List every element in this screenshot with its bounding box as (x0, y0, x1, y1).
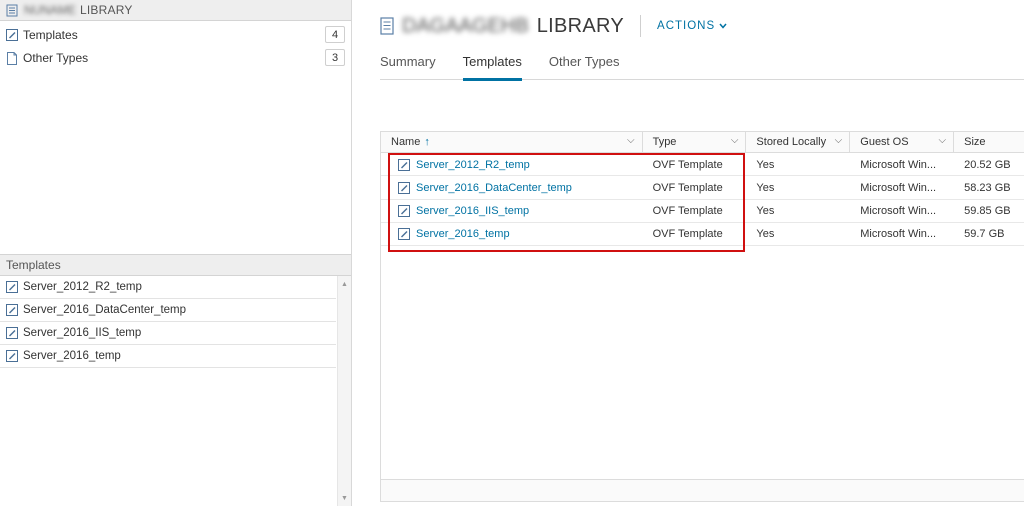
templates-grid: Name ↑ ⌵ Type ⌵ Stored Locally ⌵ Guest O… (380, 131, 1024, 502)
cell-name: Server_2016_temp (381, 223, 643, 246)
tree-item-label: Other Types (23, 50, 89, 65)
navigator-header[interactable]: NUNAME LIBRARY (0, 0, 351, 21)
scroll-up-icon[interactable]: ▲ (341, 281, 348, 288)
actions-label: ACTIONS (657, 20, 716, 32)
template-icon (398, 181, 410, 194)
template-icon (398, 158, 410, 171)
tree-item-templates[interactable]: Templates 4 (0, 23, 351, 46)
cell-name: Server_2016_IIS_temp (381, 200, 643, 223)
tab-templates[interactable]: Templates (462, 50, 523, 81)
cell-name: Server_2016_DataCenter_temp (381, 176, 643, 199)
tab-bar: Summary Templates Other Types (380, 50, 1024, 81)
page-title-text: LIBRARY (536, 14, 625, 37)
count-badge: 3 (325, 49, 345, 66)
actions-menu-button[interactable]: ACTIONS (657, 20, 727, 32)
redacted-library-name: NUNAME (24, 3, 77, 17)
template-icon (6, 28, 18, 41)
table-row[interactable]: Server_2012_R2_temp OVF Template Yes Mic… (381, 153, 1024, 177)
column-label: Size (964, 136, 986, 148)
template-link[interactable]: Server_2016_temp (416, 228, 510, 240)
cell-guest-os: Microsoft Win... (860, 181, 937, 194)
column-label: Name (391, 136, 421, 148)
list-item-label: Server_2016_temp (23, 350, 121, 362)
page-title: DAGAAGEHB LIBRARY ACTIONS (380, 10, 727, 42)
template-link[interactable]: Server_2016_DataCenter_temp (416, 182, 572, 194)
cell-size: 59.7 GB (964, 228, 1005, 241)
cell-size: 58.23 GB (964, 181, 1011, 194)
file-icon (6, 51, 18, 65)
column-label: Guest OS (860, 136, 909, 148)
template-icon (6, 304, 18, 316)
navigator-pane: NUNAME LIBRARY Templates 4 Other Types 3… (0, 0, 352, 506)
column-header-name[interactable]: Name ↑ ⌵ (381, 132, 643, 152)
cell-type: OVF Template (652, 205, 723, 218)
cell-size: 20.52 GB (964, 158, 1011, 171)
cell-type: OVF Template (652, 158, 723, 171)
table-row[interactable]: Server_2016_DataCenter_temp OVF Template… (381, 176, 1024, 200)
table-row[interactable]: Server_2016_temp OVF Template Yes Micros… (381, 223, 1024, 247)
cell-stored-locally: Yes (756, 228, 775, 241)
template-link[interactable]: Server_2012_R2_temp (416, 159, 530, 171)
scroll-down-icon[interactable]: ▼ (341, 495, 348, 502)
list-item-label: Server_2016_DataCenter_temp (23, 304, 187, 316)
chevron-down-icon[interactable]: ⌵ (731, 135, 739, 146)
cell-guest-os: Microsoft Win... (860, 158, 937, 171)
column-header-type[interactable]: Type ⌵ (643, 132, 747, 152)
list-item[interactable]: Server_2012_R2_temp (0, 276, 336, 299)
grid-footer (381, 479, 1024, 501)
template-icon (6, 350, 18, 362)
cell-stored-locally: Yes (756, 205, 775, 218)
template-icon (6, 327, 18, 339)
tab-other-types[interactable]: Other Types (549, 50, 620, 80)
grid-header: Name ↑ ⌵ Type ⌵ Stored Locally ⌵ Guest O… (381, 132, 1024, 153)
list-item[interactable]: Server_2016_temp (0, 345, 336, 368)
tree-item-other-types[interactable]: Other Types 3 (0, 46, 351, 69)
chevron-down-icon[interactable]: ⌵ (627, 135, 635, 146)
cell-guest-os: Microsoft Win... (860, 228, 937, 241)
list-item-label: Server_2016_IIS_temp (23, 327, 142, 339)
chevron-down-icon[interactable]: ⌵ (939, 135, 947, 146)
template-icon (6, 281, 18, 293)
column-header-guest-os[interactable]: Guest OS ⌵ (850, 132, 955, 152)
templates-list: Server_2012_R2_temp Server_2016_DataCent… (0, 276, 336, 368)
template-link[interactable]: Server_2016_IIS_temp (416, 205, 529, 217)
cell-stored-locally: Yes (756, 158, 775, 171)
templates-panel: Templates Server_2012_R2_temp Server_201… (0, 254, 351, 506)
column-label: Stored Locally (756, 136, 827, 148)
cell-name: Server_2012_R2_temp (381, 153, 643, 176)
cell-stored-locally: Yes (756, 181, 775, 194)
list-item[interactable]: Server_2016_DataCenter_temp (0, 299, 336, 322)
redacted-title-name: DAGAAGEHB (402, 14, 529, 37)
templates-scrollbar[interactable]: ▲ ▼ (337, 276, 351, 506)
column-label: Type (652, 136, 677, 148)
chevron-down-icon[interactable]: ⌵ (835, 135, 843, 146)
count-badge: 4 (325, 26, 345, 43)
templates-panel-title: Templates (0, 254, 351, 276)
table-row[interactable]: Server_2016_IIS_temp OVF Template Yes Mi… (381, 200, 1024, 223)
list-item[interactable]: Server_2016_IIS_temp (0, 322, 336, 345)
navigator-library-label: LIBRARY (80, 3, 133, 17)
column-header-stored-locally[interactable]: Stored Locally ⌵ (746, 132, 851, 152)
template-icon (398, 228, 410, 241)
sort-ascending-icon: ↑ (424, 136, 430, 148)
chevron-down-icon (719, 20, 727, 32)
title-divider (640, 15, 642, 37)
tab-summary[interactable]: Summary (380, 50, 436, 80)
template-icon (398, 205, 410, 218)
column-header-size[interactable]: Size (954, 132, 1024, 152)
library-icon (380, 17, 394, 35)
cell-guest-os: Microsoft Win... (860, 205, 937, 218)
list-item-label: Server_2012_R2_temp (23, 281, 142, 293)
cell-type: OVF Template (652, 228, 723, 241)
cell-size: 59.85 GB (964, 205, 1011, 218)
main-content: DAGAAGEHB LIBRARY ACTIONS Summary Templa… (380, 0, 1024, 506)
cell-type: OVF Template (652, 181, 723, 194)
library-icon (6, 4, 18, 17)
tree-item-label: Templates (23, 27, 78, 42)
